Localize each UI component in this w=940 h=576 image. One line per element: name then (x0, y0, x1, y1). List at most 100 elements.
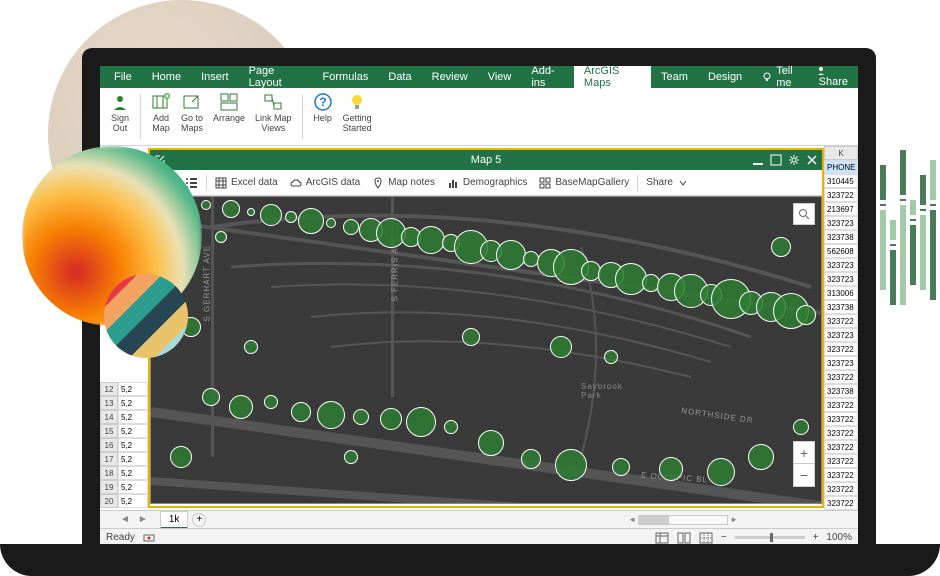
arcgis-data-button[interactable]: ArcGIS data (286, 175, 364, 191)
data-point[interactable] (298, 208, 324, 234)
cell[interactable]: 323723 (824, 272, 858, 286)
data-point[interactable] (707, 458, 735, 486)
basemap-button[interactable]: BaseMapGallery (535, 175, 633, 191)
row-header[interactable]: 19 (100, 480, 118, 494)
map-canvas[interactable]: S GERHART AVE S FERRIS AVE Saybrook Park… (150, 196, 822, 504)
tell-me-search[interactable]: Tell me (752, 66, 805, 89)
tab-page-layout[interactable]: Page Layout (239, 66, 313, 93)
data-point[interactable] (550, 336, 572, 358)
excel-data-button[interactable]: Excel data (211, 175, 282, 191)
tab-addins[interactable]: Add-ins (521, 66, 574, 93)
scroll-right-icon[interactable]: ► (730, 515, 738, 524)
data-point[interactable] (201, 200, 211, 210)
tab-home[interactable]: Home (142, 67, 191, 87)
cell[interactable]: 323738 (824, 384, 858, 398)
cell[interactable]: 310445 (824, 174, 858, 188)
cell[interactable]: 5,2 (118, 410, 148, 424)
data-point[interactable] (285, 211, 297, 223)
cell[interactable]: 323722 (824, 482, 858, 496)
sheet-tab-1k[interactable]: 1k (160, 511, 189, 529)
data-point[interactable] (317, 401, 345, 429)
cell[interactable]: 5,2 (118, 424, 148, 438)
column-header-k[interactable]: K (824, 146, 858, 160)
data-point[interactable] (793, 419, 809, 435)
data-point[interactable] (521, 449, 541, 469)
data-point[interactable] (229, 395, 253, 419)
cell[interactable]: 313006 (824, 286, 858, 300)
row-header[interactable]: 20 (100, 494, 118, 508)
data-point[interactable] (247, 208, 255, 216)
cell[interactable]: 323722 (824, 314, 858, 328)
data-point[interactable] (291, 402, 311, 422)
cell[interactable]: 5,2 (118, 494, 148, 508)
add-map-button[interactable]: Add Map (147, 90, 175, 143)
cell[interactable]: 323723 (824, 328, 858, 342)
row-header[interactable]: 16 (100, 438, 118, 452)
zoom-out-button[interactable]: − (794, 464, 814, 486)
cell[interactable]: 213697 (824, 202, 858, 216)
cell[interactable]: 5,2 (118, 396, 148, 410)
spreadsheet-column-k[interactable]: K PHONE310445323722213697323723323738562… (824, 146, 858, 506)
cell[interactable]: 323722 (824, 426, 858, 440)
cell[interactable]: 323723 (824, 216, 858, 230)
share-button[interactable]: Share (806, 66, 858, 92)
zoom-out-button[interactable]: − (721, 532, 727, 543)
cell[interactable]: 323722 (824, 496, 858, 510)
row-header[interactable]: 15 (100, 424, 118, 438)
tab-review[interactable]: Review (422, 67, 478, 87)
cell[interactable]: 323722 (824, 398, 858, 412)
close-icon[interactable] (806, 154, 818, 166)
cell[interactable]: 562608 (824, 244, 858, 258)
data-point[interactable] (417, 226, 445, 254)
data-point[interactable] (659, 457, 683, 481)
cell[interactable]: 323722 (824, 468, 858, 482)
data-point[interactable] (215, 231, 227, 243)
data-point[interactable] (462, 328, 480, 346)
horizontal-scrollbar[interactable] (638, 515, 728, 525)
link-map-views-button[interactable]: Link Map Views (251, 90, 296, 143)
view-page-break-icon[interactable] (699, 532, 713, 544)
map-search-button[interactable] (793, 203, 815, 225)
data-point[interactable] (326, 218, 336, 228)
add-sheet-button[interactable]: + (192, 513, 206, 527)
data-point[interactable] (244, 340, 258, 354)
cell[interactable]: 323723 (824, 356, 858, 370)
tab-view[interactable]: View (478, 67, 522, 87)
zoom-percent[interactable]: 100% (826, 532, 852, 543)
cell[interactable]: 323722 (824, 370, 858, 384)
tab-design[interactable]: Design (698, 67, 752, 87)
zoom-in-button[interactable]: + (794, 442, 814, 464)
arrange-button[interactable]: Arrange (209, 90, 249, 143)
cell[interactable]: 5,2 (118, 466, 148, 480)
go-to-maps-button[interactable]: Go to Maps (177, 90, 207, 143)
tab-file[interactable]: File (104, 67, 142, 87)
zoom-slider[interactable] (735, 536, 805, 539)
cell[interactable]: 5,2 (118, 382, 148, 396)
data-point[interactable] (406, 407, 436, 437)
cell[interactable]: PHONE (824, 160, 858, 174)
cell[interactable]: 323738 (824, 300, 858, 314)
map-notes-button[interactable]: Map notes (368, 175, 439, 191)
cell[interactable]: 323722 (824, 454, 858, 468)
row-header[interactable]: 18 (100, 466, 118, 480)
sheet-nav-next-icon[interactable]: ► (138, 514, 148, 525)
data-point[interactable] (496, 240, 526, 270)
tab-data[interactable]: Data (378, 67, 421, 87)
spreadsheet-left-columns[interactable]: 125,2135,2145,2155,2165,2175,2185,2195,2… (100, 382, 148, 508)
view-page-layout-icon[interactable] (677, 532, 691, 544)
data-point[interactable] (202, 388, 220, 406)
map-share-button[interactable]: Share (642, 175, 691, 190)
getting-started-button[interactable]: Getting Started (339, 90, 376, 143)
sign-out-button[interactable]: Sign Out (106, 90, 134, 143)
data-point[interactable] (478, 430, 504, 456)
data-point[interactable] (380, 408, 402, 430)
cell[interactable]: 5,2 (118, 438, 148, 452)
data-point[interactable] (260, 204, 282, 226)
tab-arcgis-maps[interactable]: ArcGIS Maps (574, 66, 651, 93)
data-point[interactable] (264, 395, 278, 409)
data-point[interactable] (353, 409, 369, 425)
tab-formulas[interactable]: Formulas (313, 67, 379, 87)
record-macro-icon[interactable] (143, 532, 155, 544)
help-button[interactable]: ? Help (309, 90, 337, 143)
data-point[interactable] (555, 449, 587, 481)
